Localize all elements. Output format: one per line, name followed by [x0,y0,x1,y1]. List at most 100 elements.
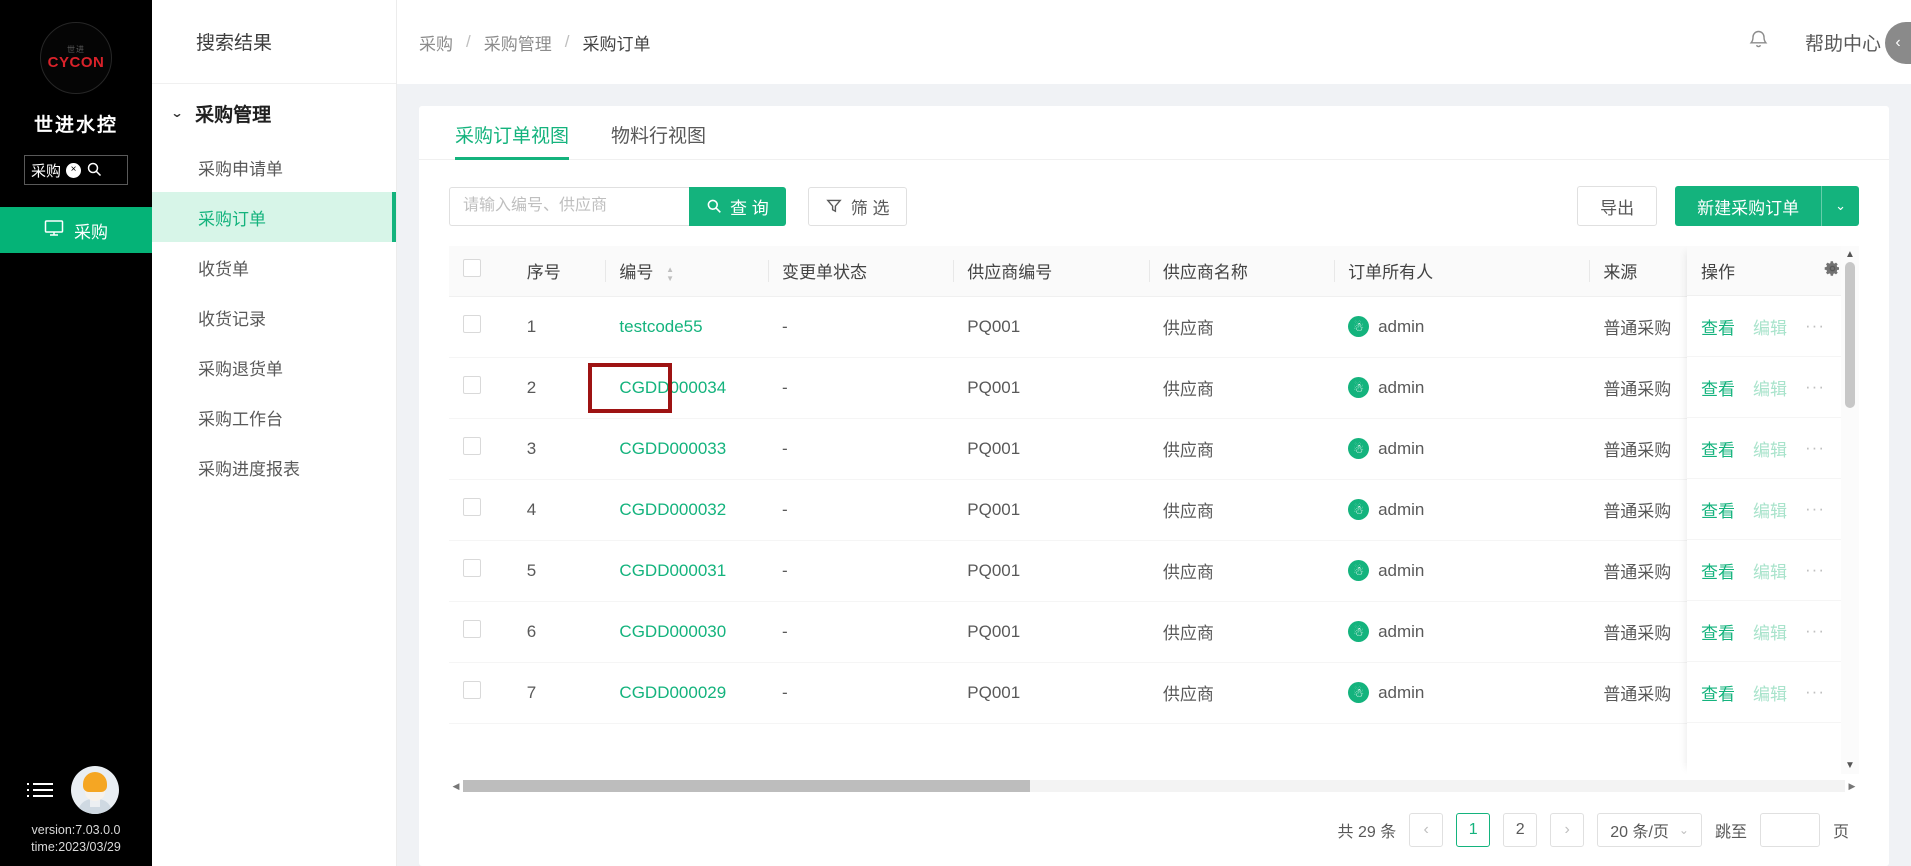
cell-supplier-name: 供应商 [1148,357,1335,419]
tab-purchase-order-view[interactable]: 采购订单视图 [455,121,570,160]
page-size-select[interactable]: 20 条/页 ⌄ [1597,813,1702,847]
page-button-1[interactable]: 1 [1456,813,1491,847]
select-all-checkbox[interactable] [463,259,481,278]
horizontal-scrollbar-track[interactable] [463,780,1845,792]
table-row[interactable]: 5 CGDD000031 - PQ001 供应商 ☃ admin 普通采购 [449,540,1859,602]
filter-button[interactable]: 筛 选 [807,186,908,226]
user-icon: ☃ [1348,377,1370,398]
vertical-scrollbar-thumb[interactable] [1845,262,1855,408]
order-code-link[interactable]: testcode55 [619,317,702,336]
sidebar-item-purchase-order[interactable]: 采购订单 [152,192,396,242]
bell-icon[interactable] [1748,28,1769,56]
cell-seq: 6 [512,601,606,663]
column-header-change-status: 变更单状态 [768,246,954,297]
clear-icon[interactable]: × [66,162,82,178]
cell-code: CGDD000030 [605,601,769,663]
table-row[interactable]: 2 CGDD000034 - PQ001 供应商 ☃ admin 普通采购 [449,357,1859,419]
sidebar-item-receipt-note[interactable]: 收货单 [152,242,396,292]
toolbar: 查 询 筛 选 导出 新建采购订单 ⌄ [419,160,1889,246]
cell-supplier-code: PQ001 [953,662,1149,724]
tab-material-line-view[interactable]: 物料行视图 [611,121,706,159]
new-purchase-order-button[interactable]: 新建采购订单 ⌄ [1675,186,1859,226]
row-checkbox[interactable] [463,376,481,394]
user-icon: ☃ [1348,316,1370,337]
sidebar-item-purchase-return[interactable]: 采购退货单 [152,342,396,392]
sidebar-item-purchase-request[interactable]: 采购申请单 [152,142,396,192]
table-row[interactable]: 7 CGDD000029 - PQ001 供应商 ☃ admin 普通采购 [449,662,1859,724]
table-row[interactable]: 1 testcode55 - PQ001 供应商 ☃ admin 普通采购 [449,296,1859,358]
cell-source: 普通采购 [1589,601,1682,663]
row-checkbox[interactable] [463,437,481,455]
search-group: 查 询 [449,186,786,226]
chevron-down-icon[interactable]: ⌄ [1822,186,1859,226]
toolbar-right: 导出 新建采购订单 ⌄ [1577,186,1859,226]
select-all-header [449,246,513,297]
vertical-scrollbar[interactable]: ▲ ▼ [1841,246,1859,774]
avatar[interactable] [71,766,119,814]
horizontal-scrollbar-thumb[interactable] [463,780,1030,792]
breadcrumb-item-1[interactable]: 采购管理 [484,30,552,55]
row-checkbox[interactable] [463,559,481,577]
jump-page-input[interactable] [1759,813,1820,847]
column-header-code[interactable]: 编号 ▲ ▼ [605,246,769,297]
logo-main-text: CYCON [47,54,105,71]
search-button[interactable]: 查 询 [689,186,786,226]
row-checkbox-cell [449,357,513,419]
breadcrumb: 采购 / 采购管理 / 采购订单 [419,30,650,55]
next-page-button[interactable]: › [1550,813,1585,847]
page-size-label: 20 条/页 [1610,824,1669,841]
sidebar-item-label: 采购进度报表 [198,459,300,479]
row-checkbox[interactable] [463,681,481,699]
table-row[interactable]: 6 CGDD000030 - PQ001 供应商 ☃ admin 普通采购 [449,601,1859,663]
scroll-up-arrow-icon[interactable]: ▲ [1845,246,1855,263]
jump-label: 跳至 [1714,824,1747,841]
scroll-down-arrow-icon[interactable]: ▼ [1845,757,1855,774]
search-input[interactable] [449,186,689,226]
scroll-left-arrow-icon[interactable]: ◀ [449,781,463,792]
order-code-link[interactable]: CGDD000034 [619,378,726,397]
breadcrumb-item-0[interactable]: 采购 [419,30,453,55]
order-code-link[interactable]: CGDD000030 [619,622,726,641]
column-header-order-owner: 订单所有人 [1334,246,1590,297]
cell-order-owner: ☃ admin [1334,357,1590,419]
help-center-link[interactable]: 帮助中心 [1805,29,1881,56]
sidebar-item-purchase-workbench[interactable]: 采购工作台 [152,392,396,442]
table-row[interactable]: 3 CGDD000033 - PQ001 供应商 ☃ admin 普通采购 [449,418,1859,480]
menu-collapse-icon[interactable] [27,783,53,797]
order-code-link[interactable]: CGDD000033 [619,439,726,458]
horizontal-scrollbar[interactable]: ◀ ▶ [449,778,1859,794]
row-checkbox[interactable] [463,498,481,516]
row-checkbox[interactable] [463,315,481,333]
cell-change-status: - [768,662,954,724]
order-code-link[interactable]: CGDD000031 [619,561,726,580]
cell-seq: 5 [512,540,606,602]
sidebar-item-receipt-record[interactable]: 收货记录 [152,292,396,342]
order-code-link[interactable]: CGDD000032 [619,500,726,519]
cell-code: CGDD000034 [605,357,769,419]
column-header-code-label: 编号 [619,263,654,283]
prev-page-button[interactable]: ‹ [1409,813,1444,847]
cell-order-owner: ☃ admin [1334,662,1590,724]
rail-item-purchase[interactable]: 采购 [0,207,152,253]
cell-supplier-name: 供应商 [1148,296,1335,358]
jump-suffix-label: 页 [1832,824,1849,841]
filter-icon [826,199,842,213]
owner-name: admin [1378,499,1425,519]
owner-name: admin [1378,377,1425,397]
search-icon[interactable] [86,161,102,180]
rail-search-box[interactable]: 采购 × [24,155,128,185]
left-rail: 世进 CYCON 世进水控 采购 × 采购 version:7.03.0.0 t… [0,0,152,866]
cell-supplier-name: 供应商 [1148,662,1335,724]
sidebar-item-purchase-progress-report[interactable]: 采购进度报表 [152,442,396,492]
menu-group-purchase-management[interactable]: ⌄ 采购管理 [152,84,396,142]
sort-icon[interactable]: ▲ ▼ [666,265,674,282]
order-code-link[interactable]: CGDD000029 [619,683,726,702]
user-icon: ☃ [1348,621,1370,642]
cell-seq: 3 [512,418,606,480]
scroll-right-arrow-icon[interactable]: ▶ [1845,781,1859,792]
export-button[interactable]: 导出 [1577,186,1658,226]
table-row[interactable]: 4 CGDD000032 - PQ001 供应商 ☃ admin 普通采购 [449,479,1859,541]
page-button-2[interactable]: 2 [1503,813,1538,847]
row-checkbox[interactable] [463,620,481,638]
cell-seq: 7 [512,662,606,724]
